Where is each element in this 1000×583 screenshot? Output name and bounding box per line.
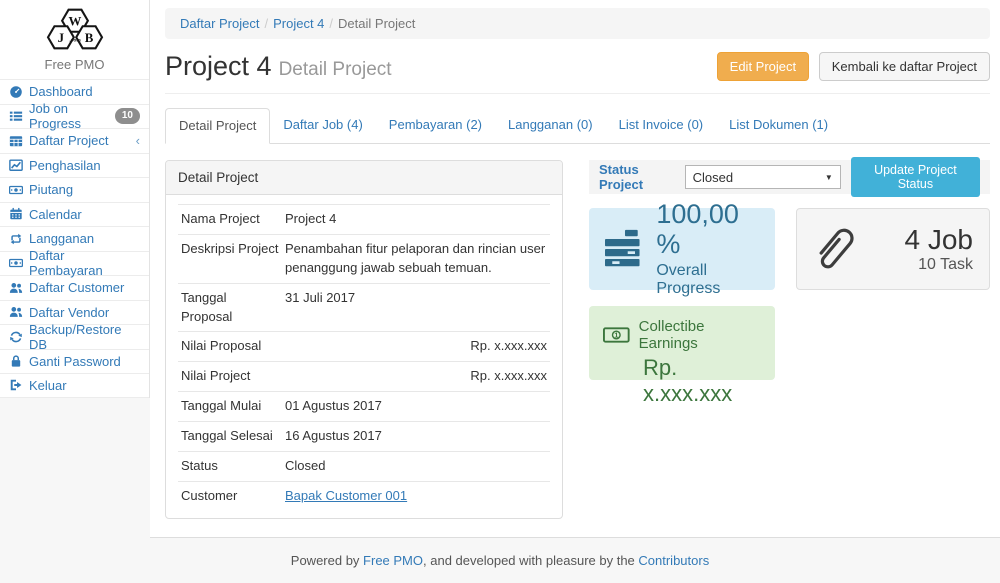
overall-progress-card: 100,00 % Overall Progress: [589, 208, 775, 290]
tanggal-proposal-value: 31 Juli 2017: [282, 283, 550, 332]
table-row: Customer Bapak Customer 001: [178, 481, 550, 510]
users-icon: [9, 281, 23, 295]
users-icon: [9, 305, 23, 319]
tasks-caption: 10 Task: [905, 256, 974, 274]
tab-langganan[interactable]: Langganan (0): [495, 108, 606, 144]
tanggal-selesai-value: 16 Agustus 2017: [282, 421, 550, 451]
sidebar-item-daftar-vendor[interactable]: Daftar Vendor: [0, 300, 149, 325]
jwb-logo-icon: W J B .com: [20, 6, 130, 52]
update-project-status-button[interactable]: Update Project Status: [851, 157, 980, 197]
refresh-icon: [9, 330, 23, 344]
svg-text:B: B: [84, 31, 93, 45]
jobs-value: 4 Job: [905, 224, 974, 256]
table-row: Deskripsi Project Penambahan fitur pelap…: [178, 235, 550, 284]
sidebar-item-langganan[interactable]: Langganan: [0, 226, 149, 251]
calendar-icon: [9, 207, 23, 221]
tanggal-mulai-value: 01 Agustus 2017: [282, 392, 550, 422]
page-header: Project 4Detail Project Edit Project Kem…: [165, 51, 990, 94]
table-icon: [9, 134, 23, 148]
back-to-list-button[interactable]: Kembali ke daftar Project: [819, 52, 990, 81]
sidebar: W J B .com Free PMO Dashboard Job on Pro…: [0, 0, 150, 398]
status-value: Closed: [282, 451, 550, 481]
job-count-badge: 10: [115, 108, 140, 124]
breadcrumb-daftar-project[interactable]: Daftar Project: [180, 16, 259, 31]
sidebar-item-daftar-pembayaran[interactable]: Daftar Pembayaran: [0, 251, 149, 276]
svg-text:1: 1: [614, 332, 618, 340]
svg-text:.com: .com: [69, 39, 81, 44]
select-caret-icon: ▼: [825, 173, 833, 182]
table-row: Nilai Project Rp. x.xxx.xxx: [178, 362, 550, 392]
app-logo: W J B .com Free PMO: [0, 0, 149, 79]
brand-name: Free PMO: [0, 57, 149, 72]
status-project-label: Status Project: [599, 162, 675, 192]
nama-project-value: Project 4: [282, 205, 550, 235]
breadcrumb-project-4[interactable]: Project 4: [273, 16, 324, 31]
page-subtitle: Detail Project: [279, 59, 392, 80]
breadcrumb: Daftar Project/Project 4/Detail Project: [165, 8, 990, 39]
sidebar-item-calendar[interactable]: Calendar: [0, 202, 149, 227]
sign-out-icon: [9, 378, 23, 392]
free-pmo-link[interactable]: Free PMO: [363, 553, 423, 568]
project-detail-table: Nama Project Project 4 Deskripsi Project…: [178, 204, 550, 510]
money-icon: 1: [603, 326, 630, 344]
sidebar-item-job-on-progress[interactable]: Job on Progress 10: [0, 104, 149, 129]
table-row: Status Closed: [178, 451, 550, 481]
line-chart-icon: [9, 158, 23, 172]
panel-title: Detail Project: [166, 161, 562, 195]
edit-project-button[interactable]: Edit Project: [717, 52, 809, 81]
tab-detail-project[interactable]: Detail Project: [165, 108, 270, 144]
tab-bar: Detail Project Daftar Job (4) Pembayaran…: [165, 108, 990, 144]
svg-text:J: J: [57, 31, 64, 45]
contributors-link[interactable]: Contributors: [638, 553, 709, 568]
status-project-bar: Status Project Closed ▼ Update Project S…: [589, 160, 990, 194]
customer-link[interactable]: Bapak Customer 001: [285, 488, 407, 503]
money-icon: [9, 256, 23, 270]
tab-pembayaran[interactable]: Pembayaran (2): [376, 108, 495, 144]
sidebar-item-daftar-project[interactable]: Daftar Project ‹: [0, 128, 149, 153]
table-row: Nama Project Project 4: [178, 205, 550, 235]
sidebar-item-backup-restore-db[interactable]: Backup/Restore DB: [0, 324, 149, 349]
collectible-earnings-card: 1 Collectibe Earnings Rp. x.xxx.xxx: [589, 306, 775, 380]
nilai-proposal-value: Rp. x.xxx.xxx: [282, 332, 550, 362]
table-row: Nilai Proposal Rp. x.xxx.xxx: [178, 332, 550, 362]
sidebar-item-piutang[interactable]: Piutang: [0, 177, 149, 202]
progress-caption: Overall Progress: [656, 262, 759, 298]
status-select-value: Closed: [693, 170, 733, 185]
dashboard-icon: [9, 85, 23, 99]
status-select[interactable]: Closed ▼: [685, 165, 841, 189]
deskripsi-project-value: Penambahan fitur pelaporan dan rincian u…: [282, 235, 550, 284]
table-row: Tanggal Selesai 16 Agustus 2017: [178, 421, 550, 451]
sidebar-item-daftar-customer[interactable]: Daftar Customer: [0, 275, 149, 300]
nilai-project-value: Rp. x.xxx.xxx: [282, 362, 550, 392]
sidebar-item-keluar[interactable]: Keluar: [0, 373, 149, 398]
page-title: Project 4Detail Project: [165, 51, 392, 82]
table-row: Tanggal Proposal 31 Juli 2017: [178, 283, 550, 332]
tab-list-invoice[interactable]: List Invoice (0): [606, 108, 717, 144]
money-icon: [9, 183, 23, 197]
header-actions: Edit Project Kembali ke daftar Project: [717, 52, 990, 81]
earnings-label: Collectibe Earnings: [639, 318, 762, 352]
table-row: Tanggal Mulai 01 Agustus 2017: [178, 392, 550, 422]
paperclip-icon: [813, 221, 857, 277]
jobs-card: 4 Job 10 Task: [796, 208, 990, 290]
tab-list-dokumen[interactable]: List Dokumen (1): [716, 108, 841, 144]
sidebar-item-penghasilan[interactable]: Penghasilan: [0, 153, 149, 178]
main-content: Daftar Project/Project 4/Detail Project …: [150, 0, 1000, 538]
progress-value: 100,00 %: [656, 200, 759, 259]
earnings-value: Rp. x.xxx.xxx: [643, 355, 761, 407]
lock-icon: [9, 354, 23, 368]
detail-project-panel: Detail Project Nama Project Project 4 De…: [165, 160, 563, 519]
tab-daftar-job[interactable]: Daftar Job (4): [270, 108, 375, 144]
progress-bars-icon: [605, 228, 641, 270]
chevron-left-icon: ‹: [136, 134, 140, 147]
svg-text:W: W: [68, 15, 81, 29]
sidebar-item-ganti-password[interactable]: Ganti Password: [0, 349, 149, 374]
sidebar-item-dashboard[interactable]: Dashboard: [0, 79, 149, 104]
breadcrumb-current: Detail Project: [338, 16, 415, 31]
tasks-icon: [9, 109, 23, 123]
retweet-icon: [9, 232, 23, 246]
footer: Powered by Free PMO, and developed with …: [0, 538, 1000, 583]
